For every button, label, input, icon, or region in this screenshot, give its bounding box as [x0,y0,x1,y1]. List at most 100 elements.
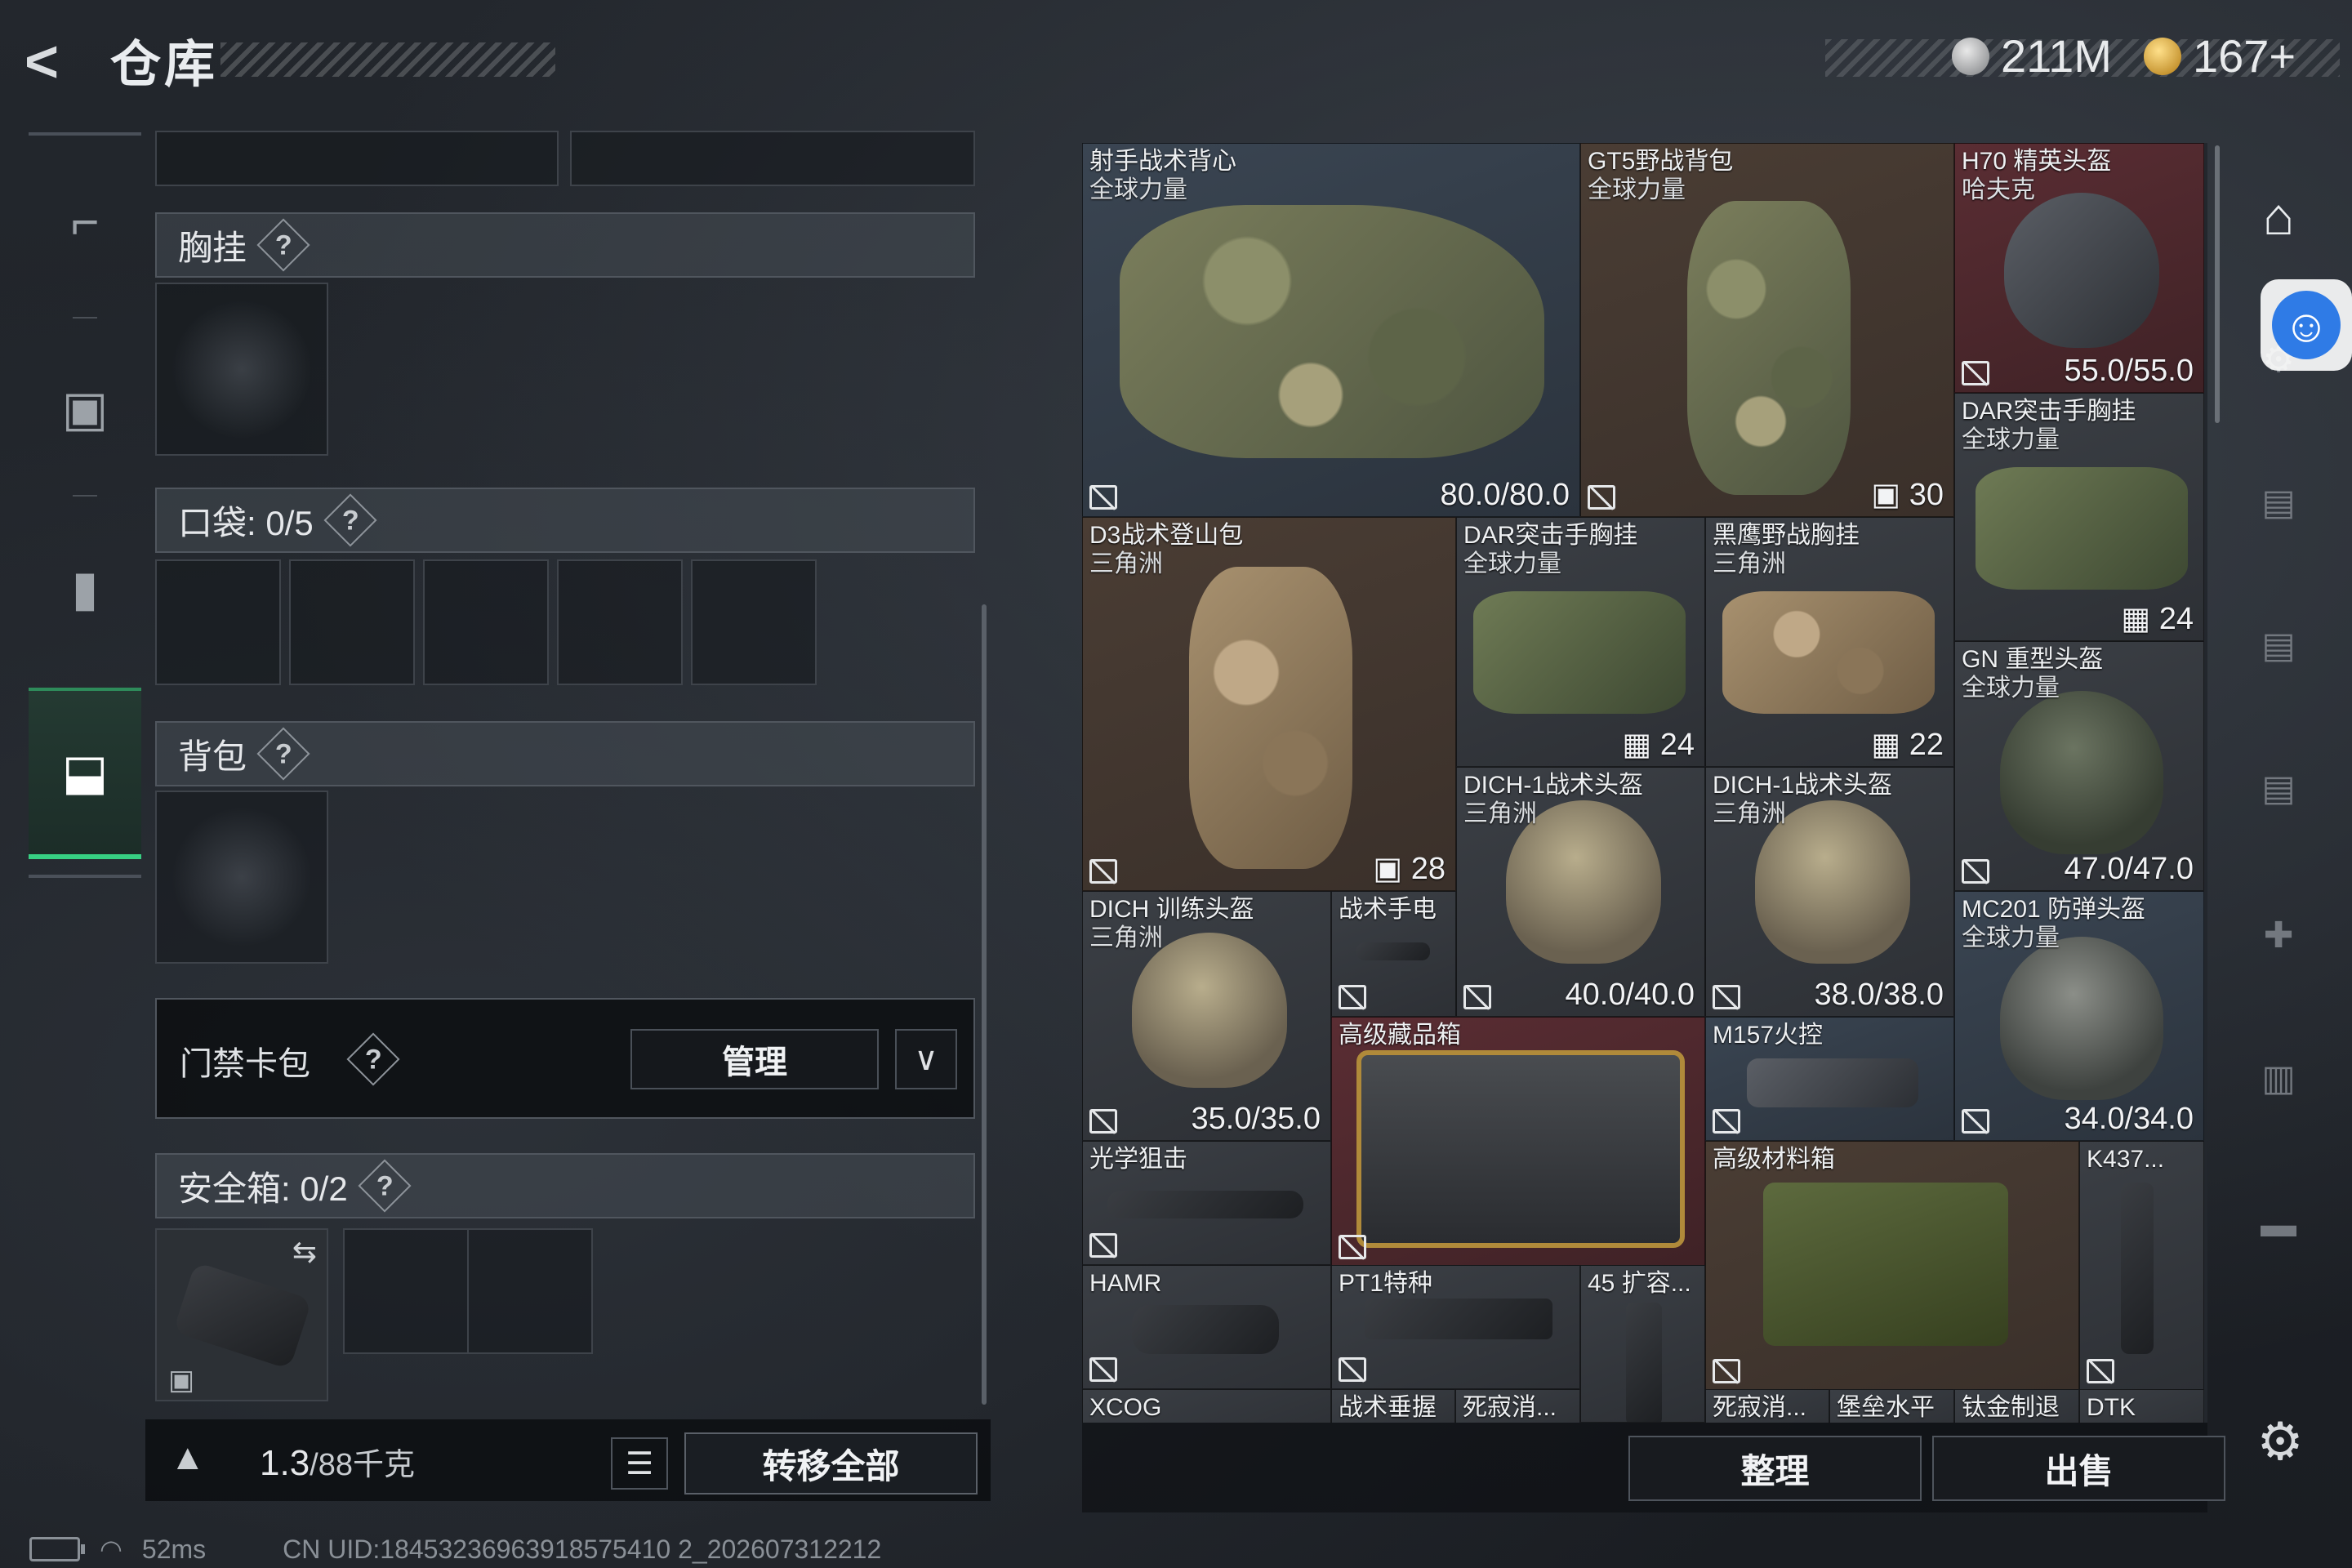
accessibility-icon: ☺ [2272,291,2341,359]
transfer-all-button[interactable]: 转移全部 [684,1432,978,1494]
warehouse-icon[interactable]: ⌂ [2246,184,2311,249]
currency-gold[interactable]: 167+ [2144,29,2296,82]
item-tile[interactable]: 死寂消... [1455,1389,1580,1423]
item-tile[interactable]: 光学狙击 [1082,1141,1331,1265]
item-tile[interactable]: D3战术登山包 三角洲 ▣ 28 [1082,517,1456,891]
item-tile[interactable]: 高级材料箱 [1705,1141,2079,1391]
item-tile[interactable]: H70 精英头盔 哈夫克 55.0/55.0 [1954,143,2204,393]
back-arrow-icon[interactable]: < [24,29,90,95]
chest-rig-slot[interactable] [155,283,328,456]
pocket-slot[interactable] [557,559,683,685]
currency-silver: 211M [1952,29,2112,82]
upper-slot[interactable] [570,131,975,186]
item-tile[interactable]: DICH 训练头盔 三角洲 35.0/35.0 [1082,891,1331,1141]
no-trade-icon [1713,1359,1740,1383]
manage-button[interactable]: 管理 [630,1029,879,1089]
item-tile[interactable]: K437... [2079,1141,2204,1391]
item-sub: 三角洲 [1713,550,1786,577]
item-name: 射手战术背心 [1089,148,1236,175]
item-name: DAR突击手胸挂 [1962,398,2136,425]
pocket-slot[interactable] [155,559,281,685]
filter-armor-iv-icon[interactable]: ▤ [2246,755,2311,821]
settings-gear-icon[interactable]: ⚙ [2247,1411,2313,1477]
item-tile[interactable]: HAMR [1082,1265,1331,1389]
grid-scrollbar[interactable] [2215,145,2220,423]
help-icon[interactable]: ? [256,218,310,272]
backpack-art [1189,567,1352,869]
help-icon[interactable]: ? [323,493,377,547]
sell-button[interactable]: 出售 [1932,1436,2225,1501]
item-tile[interactable]: 钛金制退 [1954,1389,2079,1423]
keycard-label: 门禁卡包 [180,1046,310,1082]
flashlight-art [1356,942,1430,960]
nav-armor[interactable]: ▣ [29,332,141,487]
item-tile[interactable]: DICH-1战术头盔 三角洲 40.0/40.0 [1456,767,1705,1017]
item-name: DICH-1战术头盔 [1463,772,1644,799]
safebox-slot[interactable] [343,1228,469,1354]
chest-rig-art [1473,591,1686,714]
nav-equipment[interactable]: ⬓ [29,688,141,859]
nav-backpack[interactable]: ▮ [29,511,141,666]
filter-weapon-icon[interactable]: ▬ [2246,1192,2311,1258]
no-trade-icon [1089,1109,1117,1134]
list-icon[interactable]: ☰ [611,1437,668,1490]
item-tile[interactable]: 死寂消... [1705,1389,1829,1423]
item-name: DAR突击手胸挂 [1463,522,1638,549]
safebox-slot[interactable] [467,1228,593,1354]
item-tile[interactable]: PT1特种 [1331,1265,1580,1389]
silver-coin-icon [1952,37,1989,75]
collection-case-art [1356,1050,1685,1248]
vest-art [1120,205,1544,458]
item-tile[interactable]: 射手战术背心 全球力量 80.0/80.0 [1082,143,1580,517]
chest-rig-label: 胸挂 [178,228,247,267]
filter-ammo-v-icon[interactable]: ▥ [2246,1045,2311,1111]
item-name: DICH-1战术头盔 [1713,772,1893,799]
safebox-item-slot[interactable]: ⇆ ▣ [155,1228,328,1401]
sort-button[interactable]: 整理 [1628,1436,1922,1501]
item-tile[interactable]: GT5野战背包 全球力量 ▣ 30 [1580,143,1954,517]
weight-icon: ▲ [170,1437,206,1477]
pocket-slot[interactable] [289,559,415,685]
item-name: GT5野战背包 [1588,148,1734,175]
item-name: HAMR [1089,1270,1162,1297]
nav-separator [73,495,97,497]
item-tile[interactable]: 战术垂握 [1331,1389,1455,1423]
chevron-down-icon[interactable]: ∨ [895,1029,957,1089]
item-tile[interactable]: DICH-1战术头盔 三角洲 38.0/38.0 [1705,767,1954,1017]
nav-weapons[interactable]: ⌐ [29,144,141,299]
swap-icon[interactable]: ⇆ [292,1235,317,1269]
item-tile[interactable]: DAR突击手胸挂 全球力量 ▦ 24 [1954,393,2204,641]
help-icon[interactable]: ? [358,1159,412,1213]
keycard-card: 门禁卡包 ? 管理 ∨ [155,998,975,1119]
accessibility-button[interactable]: ☺ [2261,279,2352,371]
filter-medical-icon[interactable]: ✚ [2246,902,2311,968]
pocket-slot[interactable] [423,559,549,685]
item-tile[interactable]: MC201 防弹头盔 全球力量 34.0/34.0 [1954,891,2204,1141]
wifi-icon: ◠ [100,1535,122,1564]
safebox-header: 安全箱: 0/2 ? [155,1153,975,1218]
item-tile[interactable]: DTK [2079,1389,2204,1423]
backpack-placeholder-icon [172,807,312,947]
filter-armor-iv-icon[interactable]: ▤ [2246,470,2311,535]
filter-armor-iv-icon[interactable]: ▤ [2246,612,2311,678]
item-tile[interactable]: 黑鹰野战胸挂 三角洲 ▦ 22 [1705,517,1954,767]
pocket-slot[interactable] [691,559,817,685]
vest-icon: ▣ [61,381,109,436]
currency-silver-value: 211M [2001,30,2112,82]
item-tile[interactable]: 堡垒水平 [1829,1389,1954,1423]
item-tile[interactable]: DAR突击手胸挂 全球力量 ▦ 24 [1456,517,1705,767]
equipment-scrollbar[interactable] [982,604,987,1405]
item-tile[interactable]: 45 扩容... [1580,1265,1705,1423]
item-tile[interactable]: XCOG [1082,1389,1331,1423]
upper-slot[interactable] [155,131,559,186]
pockets-label: 口袋: 0/5 [178,503,314,542]
item-tile[interactable]: 战术手电 [1331,891,1456,1017]
item-tile[interactable]: 高级藏品箱 [1331,1017,1705,1267]
backpack-slot[interactable] [155,791,328,964]
item-name: 高级藏品箱 [1339,1022,1461,1049]
item-tile[interactable]: GN 重型头盔 全球力量 47.0/47.0 [1954,641,2204,891]
item-tile[interactable]: M157火控 [1705,1017,1954,1141]
item-durability: 40.0/40.0 [1565,978,1695,1012]
help-icon[interactable]: ? [346,1032,400,1086]
help-icon[interactable]: ? [256,727,310,781]
